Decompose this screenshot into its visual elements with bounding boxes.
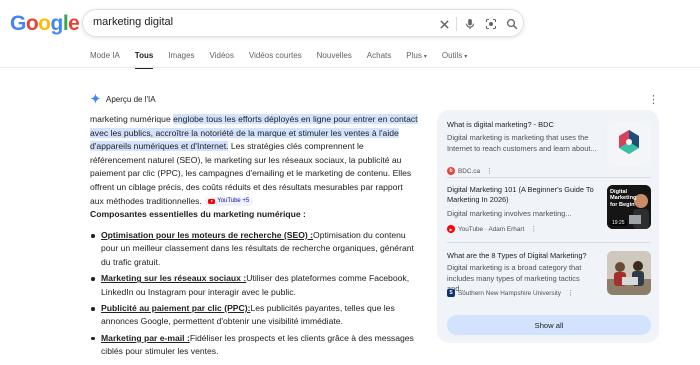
list-item: Marketing par e-mail :Fidéliser les pros… xyxy=(90,332,420,359)
source-site: BDC.ca xyxy=(458,167,481,175)
tab-label: Images xyxy=(168,51,195,60)
source-divider xyxy=(447,242,651,243)
source-divider xyxy=(447,177,651,178)
tab-label: Vidéos courtes xyxy=(248,51,302,60)
source-meta: ▶ YouTube · Adam Erhart ⋮ xyxy=(447,225,537,233)
sparkle-icon xyxy=(90,93,101,106)
logo-letter: o xyxy=(25,12,39,35)
tab-label: Vidéos xyxy=(209,51,234,60)
tab-label: Achats xyxy=(366,51,392,60)
list-item-term[interactable]: Marketing sur les réseaux sociaux : xyxy=(101,273,246,283)
logo-letter: e xyxy=(68,12,80,35)
chevron-down-icon: ▾ xyxy=(423,54,427,60)
thumbnail-caption: Digital Marketing for Begin xyxy=(610,189,637,208)
ai-overview-paragraph: marketing numérique englobe tous les eff… xyxy=(90,113,418,208)
source-title[interactable]: Digital Marketing 101 (A Beginner's Guid… xyxy=(447,185,597,205)
section-title: Composantes essentielles du marketing nu… xyxy=(90,209,306,219)
chevron-down-icon: ▾ xyxy=(464,54,468,60)
search-divider xyxy=(456,17,457,31)
sources-panel: What is digital marketing? - BDC Digital… xyxy=(437,110,659,343)
bdc-favicon-icon: b xyxy=(447,167,455,175)
ai-overview-label: Aperçu de l'IA xyxy=(106,95,156,104)
logo-letter: G xyxy=(10,12,26,35)
ai-overview-header: Aperçu de l'IA xyxy=(90,93,156,106)
source-snippet: Digital marketing involves marketing... xyxy=(447,209,572,218)
search-icon[interactable] xyxy=(503,15,521,33)
tab-label: Plus xyxy=(406,51,422,60)
source-snippet: Digital marketing is marketing that uses… xyxy=(447,133,597,153)
tab-label: Mode IA xyxy=(90,51,120,60)
tab-label: Outils xyxy=(441,51,463,60)
list-item-term[interactable]: Marketing par e-mail : xyxy=(101,333,190,343)
source-site: YouTube · Adam Erhart xyxy=(458,225,525,233)
components-list: Optimisation pour les moteurs de recherc… xyxy=(90,229,420,362)
snhu-favicon-icon: S xyxy=(447,289,455,297)
google-logo[interactable]: Google xyxy=(10,12,80,36)
bdc-thumbnail[interactable] xyxy=(607,122,651,166)
tab-label: Nouvelles xyxy=(316,51,352,60)
video-duration: 19:25 xyxy=(610,220,627,226)
show-all-button[interactable]: Show all xyxy=(447,315,651,335)
source-card[interactable]: Digital Marketing 101 (A Beginner's Guid… xyxy=(447,185,651,241)
source-menu-icon[interactable]: ⋮ xyxy=(567,289,574,297)
source-chip[interactable]: YouTube +5 xyxy=(204,196,254,206)
list-item: Marketing sur les réseaux sociaux :Utili… xyxy=(90,272,420,299)
video-thumbnail[interactable]: Digital Marketing for Begin 19:25 xyxy=(607,185,651,229)
source-meta: b BDC.ca ⋮ xyxy=(447,167,493,175)
search-box xyxy=(82,9,524,37)
list-item: Publicité au paiement par clic (PPC):Les… xyxy=(90,302,420,329)
more-options-icon[interactable]: ⋮ xyxy=(648,93,659,106)
source-card[interactable]: What are the 8 Types of Digital Marketin… xyxy=(447,251,651,307)
list-item-term[interactable]: Publicité au paiement par clic (PPC): xyxy=(101,303,250,313)
source-site: Southern New Hampshire University xyxy=(458,289,561,297)
logo-letter: o xyxy=(38,12,51,35)
list-item: Optimisation pour les moteurs de recherc… xyxy=(90,229,420,269)
youtube-icon xyxy=(208,198,216,204)
source-title[interactable]: What is digital marketing? - BDC xyxy=(447,120,597,130)
list-item-term[interactable]: Optimisation pour les moteurs de recherc… xyxy=(101,230,313,240)
source-card[interactable]: What is digital marketing? - BDC Digital… xyxy=(447,120,651,176)
source-menu-icon[interactable]: ⋮ xyxy=(530,225,537,233)
youtube-favicon-icon: ▶ xyxy=(447,225,455,233)
snhu-thumbnail[interactable] xyxy=(607,251,651,295)
search-input[interactable] xyxy=(93,16,423,28)
source-meta: S Southern New Hampshire University ⋮ xyxy=(447,289,574,297)
lens-icon[interactable] xyxy=(482,15,500,33)
tabs-divider xyxy=(0,67,700,68)
source-menu-icon[interactable]: ⋮ xyxy=(486,167,493,175)
close-icon[interactable] xyxy=(435,15,453,33)
logo-letter: g xyxy=(50,12,64,35)
microphone-icon[interactable] xyxy=(461,15,479,33)
source-chip-label: YouTube +5 xyxy=(217,197,250,204)
ai-text-start: marketing numérique xyxy=(90,114,174,124)
tab-label: Tous xyxy=(134,51,154,60)
source-title[interactable]: What are the 8 Types of Digital Marketin… xyxy=(447,251,597,261)
